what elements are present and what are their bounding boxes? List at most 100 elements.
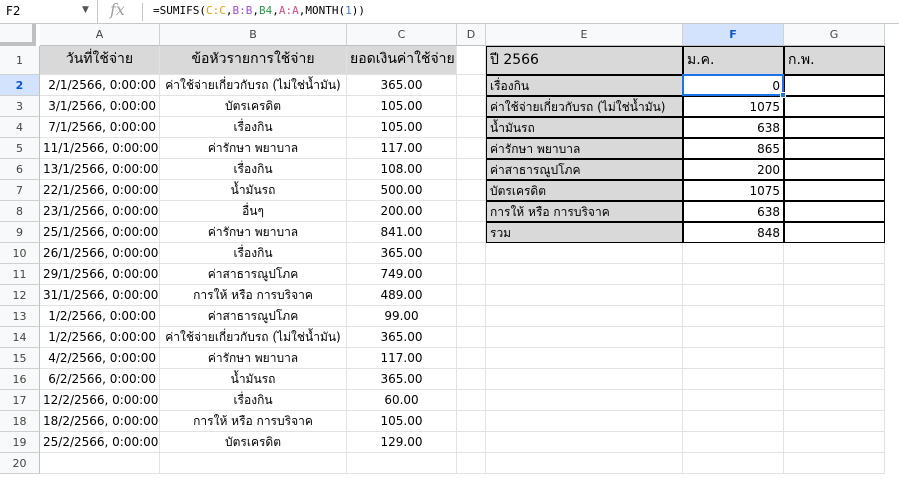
row-header-13[interactable]: 13 <box>0 306 40 327</box>
empty-cell[interactable] <box>486 327 683 348</box>
expense-date-cell[interactable]: 13/1/2566, 0:00:00 <box>40 159 160 180</box>
column-header-e[interactable]: E <box>486 24 683 46</box>
expense-item-cell[interactable]: ค่ารักษา พยาบาล <box>160 138 347 159</box>
header-item[interactable]: ข้อหัวรายการใช้จ่าย <box>160 46 347 75</box>
empty-cell[interactable] <box>784 390 885 411</box>
empty-cell[interactable] <box>457 369 486 390</box>
row-header-7[interactable]: 7 <box>0 180 40 201</box>
expense-item-cell[interactable]: เรื่องกิน <box>160 117 347 138</box>
expense-item-cell[interactable]: ค่าสาธารณูปโภค <box>160 264 347 285</box>
row-header-9[interactable]: 9 <box>0 222 40 243</box>
expense-amount-cell[interactable]: 365.00 <box>347 243 457 264</box>
empty-cell[interactable] <box>683 327 784 348</box>
summary-feb-cell[interactable] <box>784 201 885 222</box>
empty-cell[interactable] <box>457 201 486 222</box>
expense-amount-cell[interactable]: 841.00 <box>347 222 457 243</box>
summary-category-cell[interactable]: ค่าสาธารณูปโภค <box>486 159 683 180</box>
expense-item-cell[interactable]: การให้ หรือ การบริจาค <box>160 411 347 432</box>
empty-cell[interactable] <box>683 243 784 264</box>
empty-cell[interactable] <box>683 264 784 285</box>
empty-cell[interactable] <box>457 327 486 348</box>
summary-feb-cell[interactable] <box>784 159 885 180</box>
expense-amount-cell[interactable]: 365.00 <box>347 75 457 96</box>
summary-jan-cell[interactable]: 865 <box>683 138 784 159</box>
empty-cell[interactable] <box>784 327 885 348</box>
expense-item-cell[interactable]: น้ำมันรถ <box>160 180 347 201</box>
empty-cell[interactable] <box>486 369 683 390</box>
expense-date-cell[interactable]: 29/1/2566, 0:00:00 <box>40 264 160 285</box>
empty-cell[interactable] <box>784 453 885 474</box>
select-all-corner[interactable] <box>0 24 36 46</box>
empty-cell[interactable] <box>784 306 885 327</box>
empty-cell[interactable] <box>486 243 683 264</box>
empty-cell[interactable] <box>784 369 885 390</box>
row-header-12[interactable]: 12 <box>0 285 40 306</box>
expense-date-cell[interactable]: 18/2/2566, 0:00:00 <box>40 411 160 432</box>
empty-cell[interactable] <box>457 306 486 327</box>
expense-amount-cell[interactable]: 500.00 <box>347 180 457 201</box>
summary-jan-cell[interactable]: 638 <box>683 117 784 138</box>
summary-category-cell[interactable]: รวม <box>486 222 683 243</box>
expense-item-cell[interactable]: อื่นๆ <box>160 201 347 222</box>
expense-item-cell[interactable]: เรื่องกิน <box>160 159 347 180</box>
empty-cell[interactable] <box>683 348 784 369</box>
empty-cell[interactable] <box>457 222 486 243</box>
summary-jan-cell[interactable]: 1075 <box>683 180 784 201</box>
empty-cell[interactable] <box>486 411 683 432</box>
expense-date-cell[interactable]: 31/1/2566, 0:00:00 <box>40 285 160 306</box>
row-header-1[interactable]: 1 <box>0 46 40 75</box>
row-header-5[interactable]: 5 <box>0 138 40 159</box>
expense-date-cell[interactable]: 12/2/2566, 0:00:00 <box>40 390 160 411</box>
expense-amount-cell[interactable]: 365.00 <box>347 327 457 348</box>
row-header-3[interactable]: 3 <box>0 96 40 117</box>
expense-amount-cell[interactable]: 117.00 <box>347 138 457 159</box>
row-header-18[interactable]: 18 <box>0 411 40 432</box>
summary-month-jan[interactable]: ม.ค. <box>683 46 784 75</box>
empty-cell[interactable] <box>683 432 784 453</box>
summary-feb-cell[interactable] <box>784 180 885 201</box>
column-header-c[interactable]: C <box>347 24 457 46</box>
expense-item-cell[interactable]: เรื่องกิน <box>160 390 347 411</box>
empty-cell[interactable] <box>347 453 457 474</box>
empty-cell[interactable] <box>457 411 486 432</box>
summary-feb-cell[interactable] <box>784 117 885 138</box>
empty-cell[interactable] <box>784 243 885 264</box>
empty-cell[interactable] <box>683 453 784 474</box>
summary-jan-cell[interactable]: 848 <box>683 222 784 243</box>
summary-jan-cell[interactable]: 200 <box>683 159 784 180</box>
expense-amount-cell[interactable]: 60.00 <box>347 390 457 411</box>
chevron-down-icon[interactable]: ▼ <box>82 5 89 15</box>
row-header-19[interactable]: 19 <box>0 432 40 453</box>
expense-date-cell[interactable]: 25/2/2566, 0:00:00 <box>40 432 160 453</box>
name-box[interactable]: F2 ▼ <box>0 0 98 24</box>
empty-cell[interactable] <box>457 138 486 159</box>
cell-d1[interactable] <box>457 46 486 75</box>
expense-item-cell[interactable]: ค่าใช้จ่ายเกี่ยวกับรถ (ไม่ใช่น้ำมัน) <box>160 75 347 96</box>
row-header-8[interactable]: 8 <box>0 201 40 222</box>
expense-date-cell[interactable]: 3/1/2566, 0:00:00 <box>40 96 160 117</box>
empty-cell[interactable] <box>683 285 784 306</box>
empty-cell[interactable] <box>457 96 486 117</box>
summary-year-header[interactable]: ปี 2566 <box>486 46 683 75</box>
expense-item-cell[interactable]: ค่ารักษา พยาบาล <box>160 222 347 243</box>
empty-cell[interactable] <box>457 348 486 369</box>
fill-handle[interactable] <box>780 92 786 98</box>
summary-feb-cell[interactable] <box>784 75 885 96</box>
column-header-f[interactable]: F <box>683 24 784 46</box>
empty-cell[interactable] <box>683 411 784 432</box>
empty-cell[interactable] <box>683 369 784 390</box>
row-header-17[interactable]: 17 <box>0 390 40 411</box>
empty-cell[interactable] <box>457 159 486 180</box>
empty-cell[interactable] <box>457 390 486 411</box>
column-header-d[interactable]: D <box>457 24 486 46</box>
expense-date-cell[interactable]: 22/1/2566, 0:00:00 <box>40 180 160 201</box>
expense-date-cell[interactable]: 6/2/2566, 0:00:00 <box>40 369 160 390</box>
expense-amount-cell[interactable]: 108.00 <box>347 159 457 180</box>
expense-item-cell[interactable]: น้ำมันรถ <box>160 369 347 390</box>
summary-category-cell[interactable]: ค่าใช้จ่ายเกี่ยวกับรถ (ไม่ใช่น้ำมัน) <box>486 96 683 117</box>
expense-amount-cell[interactable]: 99.00 <box>347 306 457 327</box>
empty-cell[interactable] <box>457 264 486 285</box>
empty-cell[interactable] <box>486 390 683 411</box>
column-header-a[interactable]: A <box>40 24 160 46</box>
empty-cell[interactable] <box>457 453 486 474</box>
